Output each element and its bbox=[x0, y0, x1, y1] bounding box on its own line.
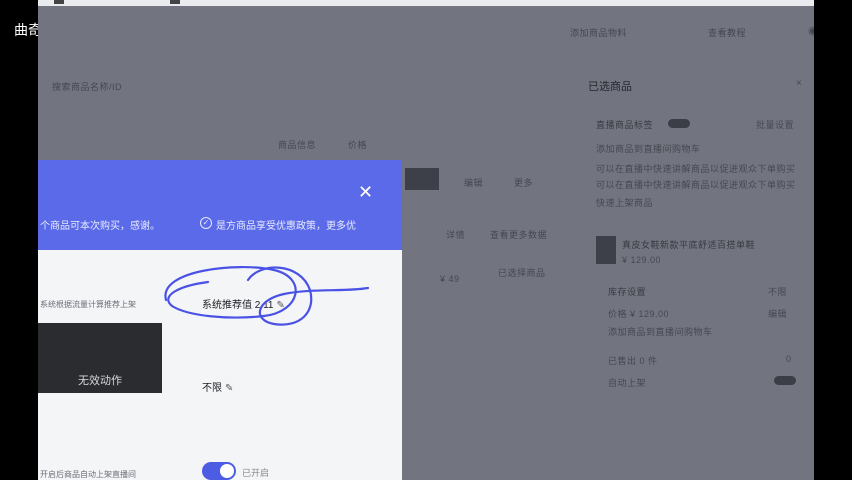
product-thumbnail bbox=[405, 168, 439, 190]
row-selected: 已选择商品 bbox=[498, 268, 546, 278]
live-tag-label: 直播商品标签 bbox=[596, 120, 654, 130]
right-panel-close-icon[interactable]: × bbox=[796, 78, 802, 89]
check-circle-icon: ✓ bbox=[200, 217, 212, 229]
selected-product-thumb bbox=[596, 236, 616, 264]
browser-top-strip bbox=[38, 0, 814, 6]
selected-product-price: ¥ 129.00 bbox=[622, 255, 662, 265]
invalid-action-button[interactable]: 无效动作 bbox=[38, 323, 162, 393]
panel-desc-line: 可以在直播中快速讲解商品以促进观众下单购买 bbox=[596, 180, 796, 190]
modal-header: ✕ 个商品可本次购买，感谢。 ✓ 是方商品享受优惠政策，更多优 bbox=[38, 160, 402, 250]
live-tag-toggle[interactable] bbox=[668, 119, 690, 128]
close-icon[interactable]: ✕ bbox=[358, 183, 373, 201]
panel-desc-line: 添加商品到直播间购物车 bbox=[596, 144, 701, 154]
price-edit[interactable]: 编辑 bbox=[768, 307, 787, 320]
row-edit-link[interactable]: 编辑 bbox=[464, 176, 483, 189]
row-more-link[interactable]: 更多 bbox=[514, 176, 533, 189]
limit-value: 不限 bbox=[202, 383, 222, 394]
limit-value-field[interactable]: 不限 ✎ bbox=[202, 379, 233, 394]
panel-desc-line: 快速上架商品 bbox=[596, 198, 654, 208]
recommend-value: 系统推荐值 2.11 bbox=[202, 300, 274, 311]
row-data-link[interactable]: 查看更多数据 bbox=[490, 228, 547, 241]
table-header-price: 价格 bbox=[348, 140, 368, 150]
sales-value: 0 bbox=[786, 354, 792, 364]
toggle-knob bbox=[220, 464, 234, 478]
right-panel-title: 已选商品 bbox=[588, 81, 632, 93]
edit-icon[interactable]: ✎ bbox=[277, 300, 285, 311]
recommend-row-label: 系统根据流量计算推荐上架 bbox=[40, 300, 136, 309]
top-tab-marker bbox=[54, 0, 64, 4]
edit-icon[interactable]: ✎ bbox=[225, 383, 233, 394]
row-detail-link[interactable]: 详情 bbox=[446, 228, 465, 241]
auto-list-toggle[interactable] bbox=[774, 376, 796, 385]
selected-product-title: 真皮女鞋新款平底舒适百搭单鞋 bbox=[622, 240, 756, 250]
search-hint[interactable]: 搜索商品名称/ID bbox=[52, 80, 122, 93]
auto-list-label: 自动上架 bbox=[608, 378, 647, 388]
sales-label: 已售出 0 件 bbox=[608, 356, 658, 366]
batch-setting-link[interactable]: 批量设置 bbox=[756, 118, 794, 131]
app-screen: 添加商品物料 查看教程 ◉ 搜索商品名称/ID 商品信息 价格 编辑 更多 详情… bbox=[38, 0, 814, 480]
header-link-add-material[interactable]: 添加商品物料 bbox=[570, 26, 627, 39]
toggle-status-text: 已开启 bbox=[242, 468, 270, 478]
modal-notice-left: 个商品可本次购买，感谢。 bbox=[40, 221, 160, 232]
table-header-product: 商品信息 bbox=[278, 140, 317, 150]
header-help-icon[interactable]: ◉ bbox=[808, 24, 814, 37]
recommend-value-field[interactable]: 系统推荐值 2.11 ✎ bbox=[202, 296, 285, 311]
header-link-tutorial[interactable]: 查看教程 bbox=[708, 26, 746, 39]
settings-modal: ✕ 个商品可本次购买，感谢。 ✓ 是方商品享受优惠政策，更多优 系统根据流量计算… bbox=[38, 160, 402, 480]
stock-value[interactable]: 不限 bbox=[768, 285, 787, 298]
price-label: 价格 ¥ 129.00 bbox=[608, 309, 670, 319]
stock-label: 库存设置 bbox=[608, 287, 647, 297]
auto-toggle-switch[interactable] bbox=[202, 462, 236, 480]
panel-desc-line: 可以在直播中快速讲解商品以促进观众下单购买 bbox=[596, 164, 796, 174]
auto-row-label: 开启后商品自动上架直播间 bbox=[40, 470, 136, 479]
row-price: ¥ 49 bbox=[440, 274, 460, 284]
invalid-action-label: 无效动作 bbox=[78, 375, 122, 387]
panel-desc-line: 添加商品到直播间购物车 bbox=[608, 327, 713, 337]
modal-notice-right: 是方商品享受优惠政策，更多优 bbox=[216, 221, 356, 232]
top-tab-marker bbox=[170, 0, 180, 4]
